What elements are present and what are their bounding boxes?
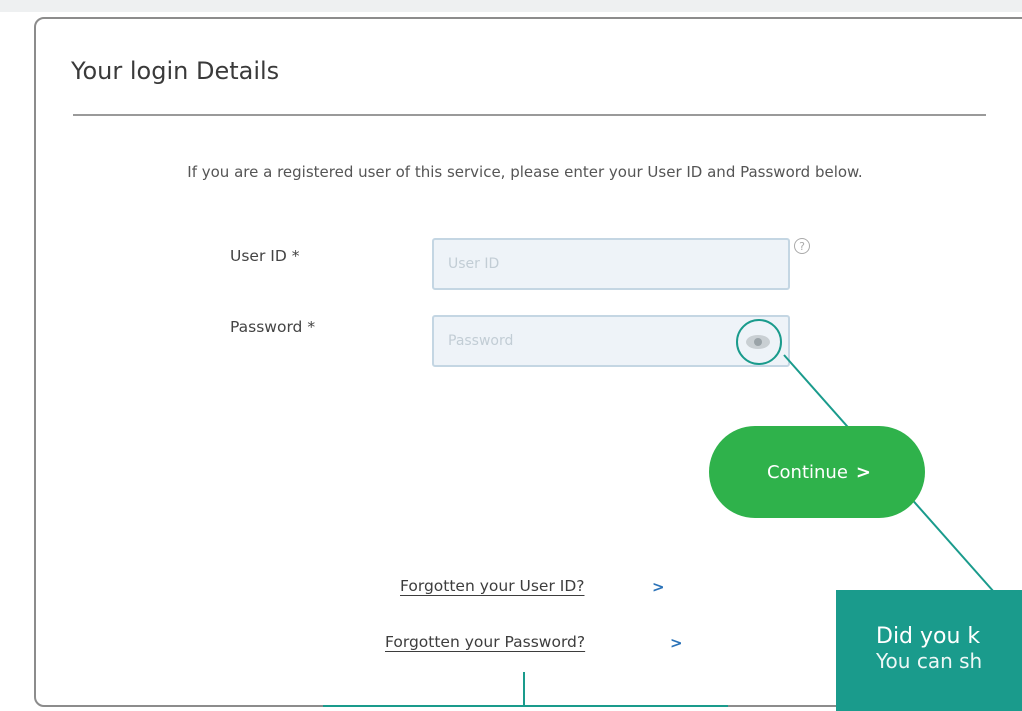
forgot-user-id-chevron-icon[interactable]: > bbox=[652, 578, 665, 596]
continue-button[interactable]: Continue > bbox=[709, 426, 925, 518]
forgot-user-id-link[interactable]: Forgotten your User ID? bbox=[400, 577, 584, 595]
did-you-know-tooltip: Did you k You can sh bbox=[836, 590, 1022, 711]
tooltip-body: You can sh bbox=[876, 649, 983, 673]
forgot-password-link[interactable]: Forgotten your Password? bbox=[385, 633, 585, 651]
continue-chevron-icon: > bbox=[855, 461, 872, 483]
tooltip-title: Did you k bbox=[876, 624, 981, 649]
continue-label: Continue bbox=[766, 461, 848, 483]
forgot-password-chevron-icon[interactable]: > bbox=[670, 634, 683, 652]
